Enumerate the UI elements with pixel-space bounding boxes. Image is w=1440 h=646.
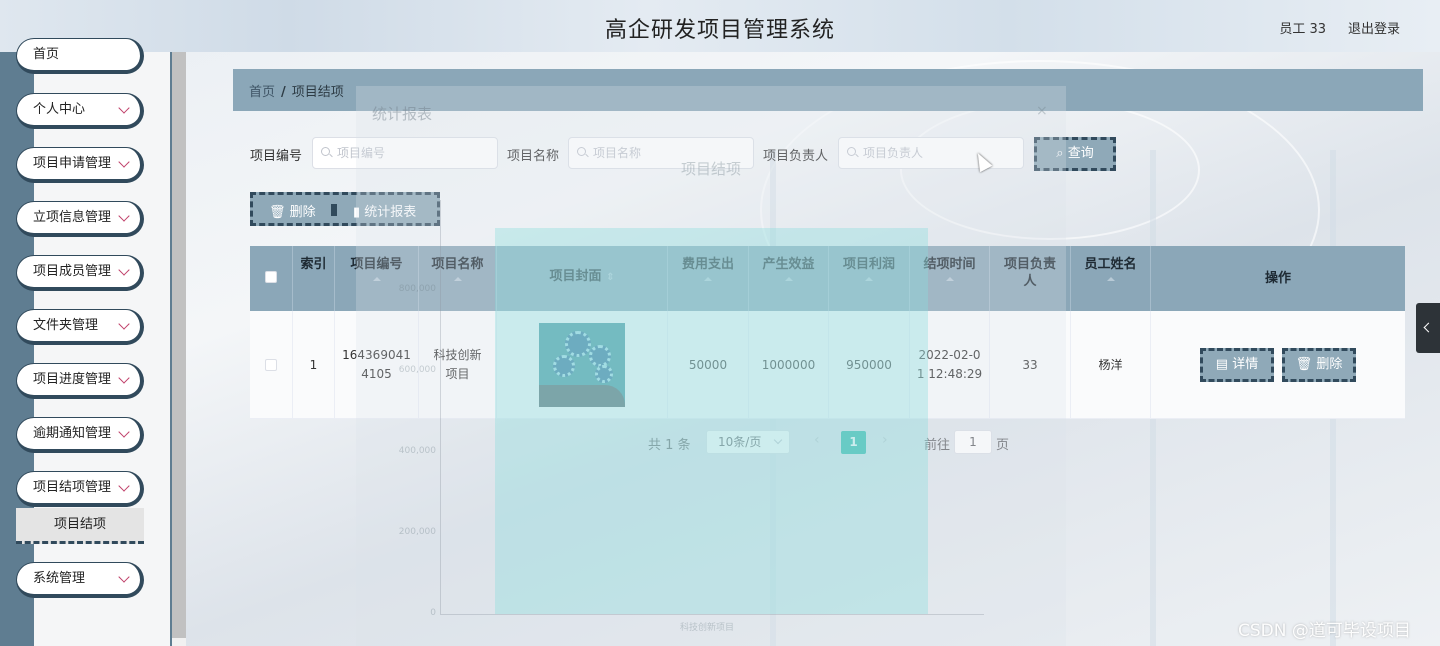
search-icon bbox=[321, 147, 330, 156]
row-checkbox[interactable] bbox=[265, 359, 277, 371]
header-select-all bbox=[250, 246, 293, 311]
column-header-label: 索引 bbox=[300, 257, 327, 272]
chart-y-axis bbox=[440, 200, 441, 614]
sidebar-item-label: 立项信息管理 bbox=[33, 210, 112, 225]
chevron-down-icon bbox=[118, 318, 130, 330]
chart-title: 项目结项 bbox=[681, 160, 742, 178]
chart-tick-label: 400,000 bbox=[398, 446, 436, 456]
chart-tick-label: 200,000 bbox=[398, 527, 436, 537]
sidebar-panel bbox=[34, 52, 170, 646]
breadcrumb-current: 项目结项 bbox=[291, 85, 344, 100]
row-delete-button[interactable]: 🗑 删除 bbox=[1282, 348, 1356, 382]
sidebar-item-project-application[interactable]: 项目申请管理 bbox=[16, 147, 144, 183]
trash-icon: 🗑 bbox=[1295, 357, 1313, 372]
sidebar-item-label: 首页 bbox=[33, 47, 60, 62]
trash-icon: 🗑 bbox=[269, 205, 286, 220]
top-header: 高企研发项目管理系统 员工 33 退出登录 bbox=[0, 0, 1440, 52]
chart-tick-label: 800,000 bbox=[398, 284, 436, 294]
sidebar-item-label: 个人中心 bbox=[33, 102, 86, 117]
sidebar-item-label: 文件夹管理 bbox=[33, 318, 99, 333]
row-delete-button-label: 删除 bbox=[1316, 357, 1343, 372]
sidebar-item-personal-center[interactable]: 个人中心 bbox=[16, 93, 144, 129]
batch-delete-label: 删除 bbox=[289, 205, 316, 220]
logout-link[interactable]: 退出登录 bbox=[1348, 18, 1400, 37]
query-button-label: 查询 bbox=[1067, 146, 1094, 161]
cell-employee: 杨洋 bbox=[1071, 311, 1151, 419]
column-header-label: 员工姓名 bbox=[1084, 257, 1137, 272]
side-panel-toggle[interactable] bbox=[1416, 303, 1440, 353]
sidebar: 首页 个人中心 项目申请管理 立项信息管理 项目成员管理 文件夹管理 项目进度管… bbox=[0, 38, 186, 646]
chevron-down-icon bbox=[118, 426, 130, 438]
detail-button-label: 详情 bbox=[1232, 357, 1259, 372]
column-header: 操作 bbox=[1151, 246, 1405, 311]
chart-x-axis bbox=[440, 614, 984, 615]
chevron-down-icon bbox=[118, 102, 130, 114]
user-label: 员工 33 bbox=[1279, 22, 1326, 37]
sidebar-item-label: 项目进度管理 bbox=[33, 372, 112, 387]
chart-tick-label: 0 bbox=[430, 608, 436, 618]
column-header-label: 操作 bbox=[1264, 271, 1291, 286]
sidebar-item-home[interactable]: 首页 bbox=[16, 38, 144, 74]
search-label-project-no: 项目编号 bbox=[250, 149, 303, 164]
dialog-title: 统计报表 bbox=[372, 105, 433, 123]
close-icon[interactable]: × bbox=[1036, 103, 1048, 119]
sidebar-item-label: 项目成员管理 bbox=[33, 264, 112, 279]
detail-button[interactable]: ▤ 详情 bbox=[1200, 348, 1274, 382]
column-header[interactable]: 员工姓名 bbox=[1071, 246, 1151, 311]
select-all-checkbox[interactable] bbox=[265, 271, 277, 283]
chevron-down-icon bbox=[118, 264, 130, 276]
sidebar-item-project-approval[interactable]: 立项信息管理 bbox=[16, 201, 144, 237]
sidebar-item-label: 系统管理 bbox=[33, 571, 86, 586]
document-icon: ▤ bbox=[1215, 357, 1229, 372]
breadcrumb-home[interactable]: 首页 bbox=[249, 85, 275, 100]
breadcrumb: 首页 / 项目结项 bbox=[249, 81, 344, 100]
sidebar-item-label: 项目结项管理 bbox=[33, 480, 112, 495]
sidebar-subitem-project-closure[interactable]: 项目结项 bbox=[16, 508, 144, 544]
breadcrumb-separator: / bbox=[281, 85, 286, 100]
watermark: CSDN @道可毕设项目 bbox=[1238, 621, 1411, 641]
chevron-down-icon bbox=[118, 372, 130, 384]
sidebar-item-overdue-notices[interactable]: 逾期通知管理 bbox=[16, 417, 144, 453]
sidebar-item-project-closure[interactable]: 项目结项管理 bbox=[16, 471, 144, 507]
chart-x-label: 科技创新项目 bbox=[680, 623, 735, 633]
chevron-down-icon bbox=[118, 571, 130, 583]
chart-tick-label: 600,000 bbox=[398, 365, 436, 375]
cell-index: 1 bbox=[293, 311, 335, 419]
sidebar-item-system-management[interactable]: 系统管理 bbox=[16, 562, 144, 598]
sidebar-scroll-thumb[interactable] bbox=[172, 52, 186, 638]
sidebar-item-folders[interactable]: 文件夹管理 bbox=[16, 309, 144, 345]
cell-actions: ▤ 详情 🗑 删除 bbox=[1151, 311, 1405, 419]
row-select-cell bbox=[250, 311, 293, 419]
sidebar-item-project-progress[interactable]: 项目进度管理 bbox=[16, 363, 144, 399]
sidebar-item-label: 项目申请管理 bbox=[33, 156, 112, 171]
batch-delete-button[interactable]: 🗑 删除 bbox=[269, 201, 316, 220]
chevron-down-icon bbox=[118, 480, 130, 492]
chevron-down-icon bbox=[118, 156, 130, 168]
column-header[interactable]: 索引 bbox=[293, 246, 335, 311]
chevron-down-icon bbox=[118, 210, 130, 222]
sort-icon[interactable] bbox=[1106, 277, 1115, 281]
chart-bar bbox=[495, 228, 928, 614]
divider bbox=[331, 204, 337, 216]
app-title: 高企研发项目管理系统 bbox=[604, 18, 835, 43]
sidebar-item-label: 逾期通知管理 bbox=[33, 426, 112, 441]
sidebar-item-project-members[interactable]: 项目成员管理 bbox=[16, 255, 144, 291]
